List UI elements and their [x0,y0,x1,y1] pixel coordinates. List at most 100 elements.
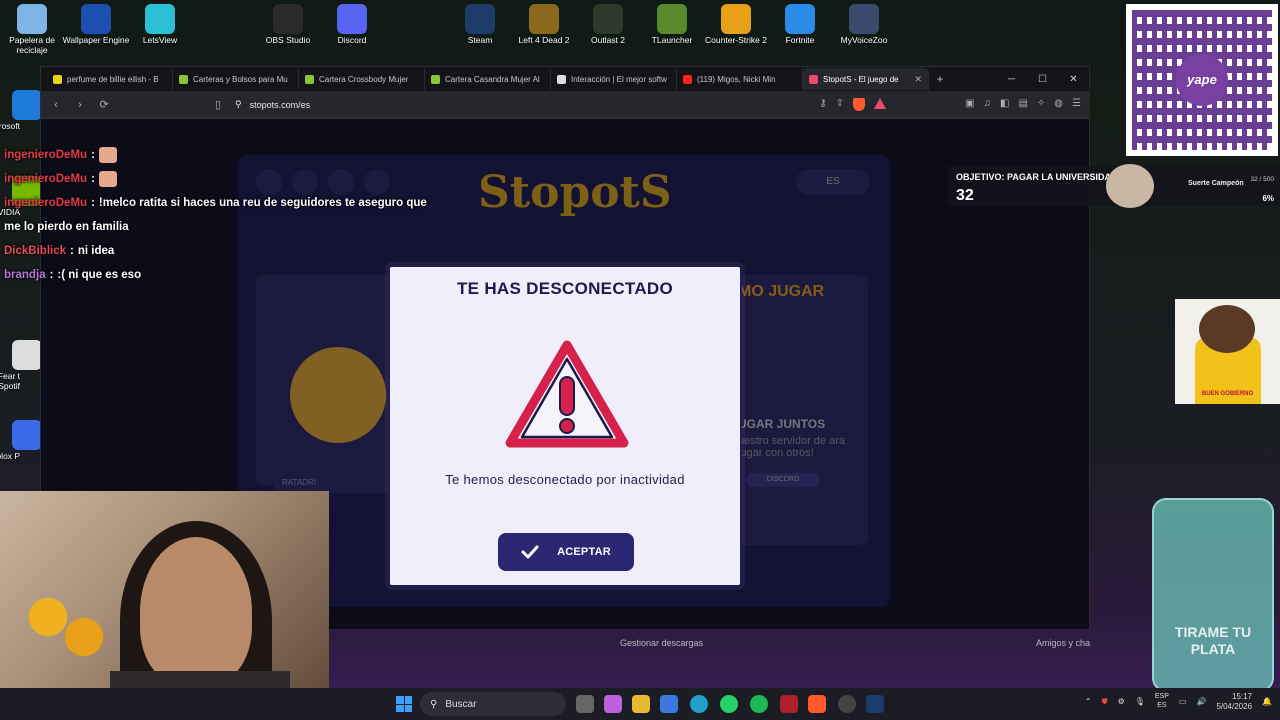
sidebar-icon[interactable]: ◧ [1000,98,1009,111]
how-to-play-panel [738,275,868,545]
brave-rewards-icon[interactable] [874,98,887,109]
bookmark-icon[interactable]: ▯ [211,98,225,111]
menu-icon[interactable]: ☰ [1072,98,1081,111]
explorer-icon[interactable] [632,695,650,713]
lang-bottom: ES [1157,701,1167,709]
desktop-icon[interactable]: OBS Studio [251,4,325,46]
download-bar: Gestionar descargas Amigos y cha [330,633,1090,653]
letsview-icon [145,4,175,34]
desktop-icon[interactable]: Discord [315,4,389,46]
whatsapp-icon[interactable] [720,695,738,713]
friends-chat[interactable]: Amigos y cha [1036,638,1090,648]
desktop-icon[interactable]: LetsView [123,4,197,46]
tray-app-icon[interactable]: ⛊ [1102,697,1108,707]
start-icon[interactable] [396,696,412,712]
spotify-icon[interactable] [750,695,768,713]
manage-downloads[interactable]: Gestionar descargas [620,638,703,648]
webcam-face [140,537,252,687]
chat-emote-icon [98,147,117,163]
accept-button[interactable]: ACEPTAR [498,533,634,571]
app-icon [12,420,42,450]
new-tab-button[interactable]: + [929,72,951,86]
discord-icon [337,4,367,34]
close-icon[interactable]: ✕ [1058,74,1089,85]
tab-close-icon[interactable]: ✕ [914,74,922,85]
notification-icon[interactable]: 🔔 [1262,697,1272,706]
tab-favicon-icon [557,74,566,84]
desktop-icon[interactable]: Steam [443,4,517,46]
tab-favicon-icon [305,74,314,84]
clock-time: 15:17 [1232,692,1253,701]
discord-button[interactable]: DISCORD [746,473,820,487]
taskbar: ⚲ Buscar ⌃ ⛊ ⚙ 🎙 ESP ES ▭ 🔊 15:17 5/04/2… [0,688,1280,720]
browser-tab[interactable]: Carteras y Bolsos para Mu [173,68,299,90]
desktop-icon[interactable]: Wallpaper Engine [59,4,133,46]
volume-icon[interactable]: 🔊 [1196,697,1206,706]
play-together-title: UGAR JUNTOS [738,417,826,431]
goal-avatar [1106,164,1154,208]
url-field[interactable]: ⚲ stopots.com/es [235,99,809,110]
chat-separator: : [91,173,95,185]
site-info-icon[interactable]: ⚲ [235,99,242,110]
tab-label: StopotS - El juego de [823,74,899,84]
wallet-icon[interactable]: ▤ [1018,98,1027,111]
goal-percent: 6% [1262,194,1274,203]
browser-tab[interactable]: StopotS - El juego de ✕ [803,68,929,90]
desktop-icon[interactable]: Counter-Strike 2 [699,4,773,46]
tab-label: Cartera Casandra Mujer Al [445,74,540,84]
reload-icon[interactable]: ⟳ [97,98,111,111]
qr-pattern: yape [1132,10,1272,150]
tab-label: Cartera Crossbody Mujer [319,74,409,84]
store-icon[interactable] [660,695,678,713]
back-icon[interactable]: ‹ [49,99,63,111]
desktop-icon[interactable]: TLauncher [635,4,709,46]
screenshot-icon[interactable]: ▣ [965,98,974,111]
yape-qr-code: yape [1126,4,1278,156]
tab-favicon-icon [809,74,818,84]
tray-nvidia-icon[interactable]: ⚙ [1118,697,1125,706]
desktop-icon[interactable]: MyVoiceZoo [827,4,901,46]
browser-tab[interactable]: Interacción | El mejor softw [551,68,677,90]
browser-tab[interactable]: perfume de billie eilish - B [47,68,173,90]
music-icon[interactable]: ♫ [984,98,992,111]
stopots-logo: StopotS [478,167,672,218]
mic-icon[interactable]: 🎙 [1135,697,1145,706]
vpn-icon[interactable]: ◍ [1054,98,1063,111]
desktop-icon-label: Wallpaper Engine [62,35,130,45]
steam-taskbar-icon[interactable] [866,695,884,713]
player-avatar[interactable] [290,347,386,443]
language-selector[interactable]: ES [796,169,870,195]
window-controls: ─ ☐ ✕ [996,74,1089,85]
clock[interactable]: 15:17 5/04/2026 [1216,692,1252,711]
desktop-icon[interactable]: Left 4 Dead 2 [507,4,581,46]
obs-taskbar-icon[interactable] [838,695,856,713]
share-icon[interactable]: ⇪ [836,98,844,111]
network-icon[interactable]: ▭ [1179,697,1187,706]
desktop-icon-label: Left 4 Dead 2 [518,35,570,45]
maximize-icon[interactable]: ☐ [1027,74,1058,85]
forward-icon[interactable]: › [73,99,87,111]
chevron-up-icon[interactable]: ⌃ [1085,697,1092,706]
wallpaper-engine-icon [81,4,111,34]
minimize-icon[interactable]: ─ [996,74,1027,85]
browser-tab[interactable]: Cartera Casandra Mujer Al [425,68,551,90]
copilot-icon[interactable] [604,695,622,713]
system-tray: ⌃ ⛊ ⚙ 🎙 ESP ES ▭ 🔊 15:17 5/04/2026 🔔 [1085,692,1272,711]
desktop-icon[interactable]: Fortnite [763,4,837,46]
key-icon[interactable]: ⚷ [819,98,826,111]
desktop-icon-label: Outlast 2 [590,35,626,45]
taskbar-search[interactable]: ⚲ Buscar [420,692,566,716]
fortnite-icon [785,4,815,34]
keyboard-language[interactable]: ESP ES [1155,693,1169,710]
extensions-icon[interactable]: ✧ [1037,98,1045,111]
app-red-icon[interactable] [780,695,798,713]
browser-tab[interactable]: Cartera Crossbody Mujer [299,68,425,90]
brave-icon[interactable] [808,695,826,713]
desktop-icon[interactable]: Outlast 2 [571,4,645,46]
webcam-flowers [0,577,120,677]
taskview-icon[interactable] [576,695,594,713]
brave-shield-icon[interactable] [853,98,866,111]
browser-tab[interactable]: (119) Migos, Nicki Min [677,68,803,90]
chat-username: ingenieroDeMu [4,197,88,209]
edge-icon[interactable] [690,695,708,713]
